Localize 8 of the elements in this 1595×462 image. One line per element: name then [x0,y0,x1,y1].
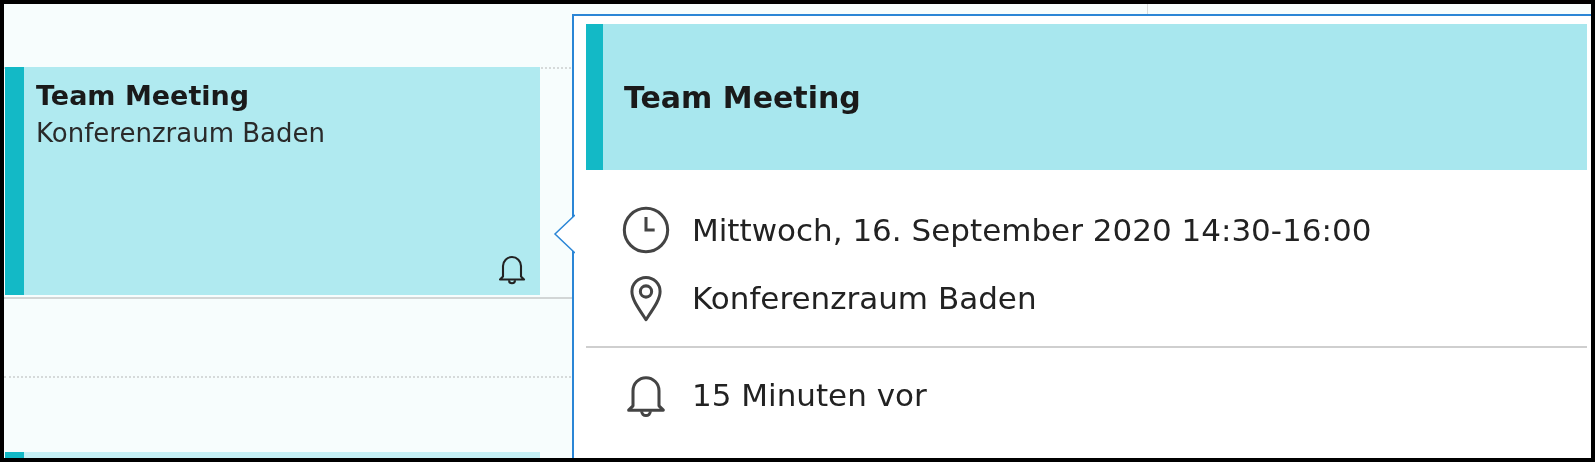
popup-title: Team Meeting [624,79,861,115]
event-title: Team Meeting [36,79,250,113]
detail-text: 15 Minuten vor [692,377,927,413]
calendar-event[interactable]: Team Meeting Konferenzraum Baden [5,67,540,295]
clock-icon [620,204,672,256]
event-location: Konferenzraum Baden [36,117,325,150]
detail-text: Mittwoch, 16. September 2020 14:30-16:00 [692,212,1372,248]
detail-text: Konferenzraum Baden [692,280,1037,316]
